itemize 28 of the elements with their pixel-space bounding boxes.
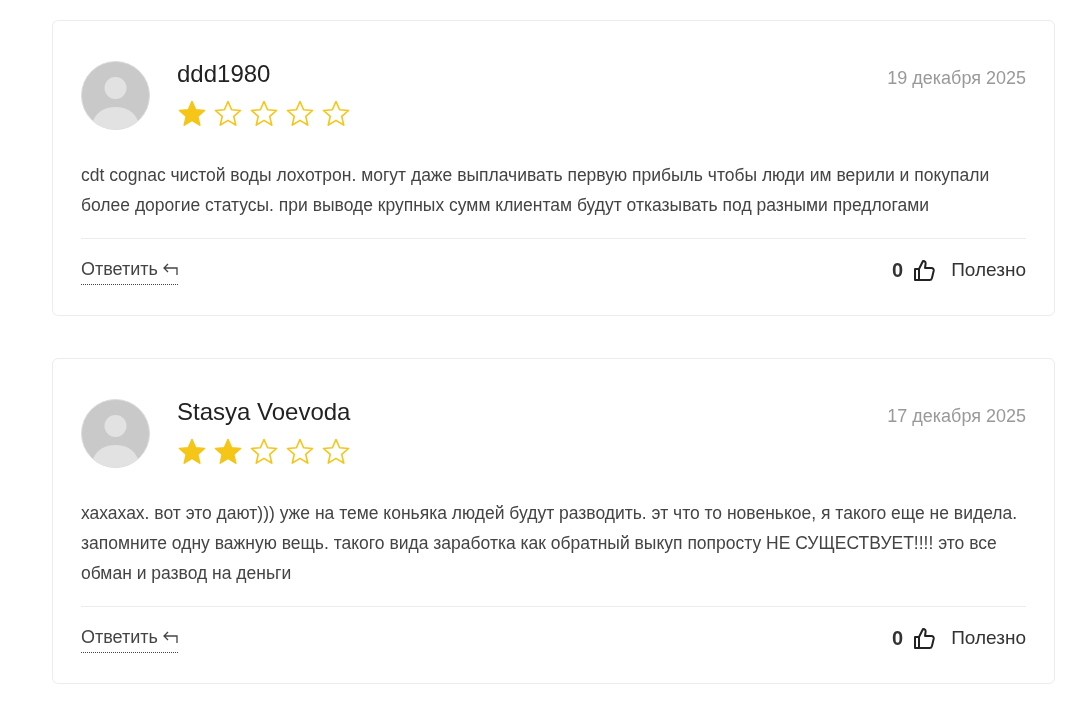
reply-arrow-icon [161, 262, 178, 276]
thumbs-up-icon [913, 626, 936, 650]
reply-link[interactable]: Ответить [81, 255, 178, 285]
star-icon [177, 99, 207, 129]
review-date: 17 декабря 2025 [887, 405, 1026, 428]
avatar-icon [81, 399, 150, 468]
review-text: хахахах. вот это дают))) уже на теме коньяка людей будут разводить. эт что то новенькое, я такого еще не видела. запомните одну важную вещь. такого вида заработка как обратный выкуп попросту НЕ СУЩЕСТВУЕТ!!!! это все обман и развод на деньги [81, 502, 1019, 585]
helpful-button[interactable]: Полезно [913, 623, 1026, 653]
star-icon [249, 99, 279, 129]
star-icon [213, 437, 243, 467]
avatar-icon [81, 61, 150, 130]
star-icon [213, 99, 243, 129]
review-date: 19 декабря 2025 [887, 67, 1026, 90]
star-icon [285, 99, 315, 129]
like-count: 0 [892, 258, 904, 283]
author-name: Stasya Voevoda [177, 399, 351, 425]
thumbs-up-icon [913, 258, 936, 282]
author-name: ddd1980 [177, 61, 271, 87]
star-icon [177, 437, 207, 467]
star-icon [285, 437, 315, 467]
like-count: 0 [892, 626, 904, 651]
helpful-button[interactable]: Полезно [913, 255, 1026, 285]
star-icon [249, 437, 279, 467]
review-text: cdt cognac чистой воды лохотрон. могут даже выплачивать первую прибыль чтобы люди им верили и покупали более дорогие статусы. при выводе крупных сумм клиентам будут отказывать под разными предлогами [81, 164, 991, 217]
star-icon [321, 437, 351, 467]
star-icon [321, 99, 351, 129]
reply-link[interactable]: Ответить [81, 623, 178, 653]
reply-arrow-icon [161, 630, 178, 644]
